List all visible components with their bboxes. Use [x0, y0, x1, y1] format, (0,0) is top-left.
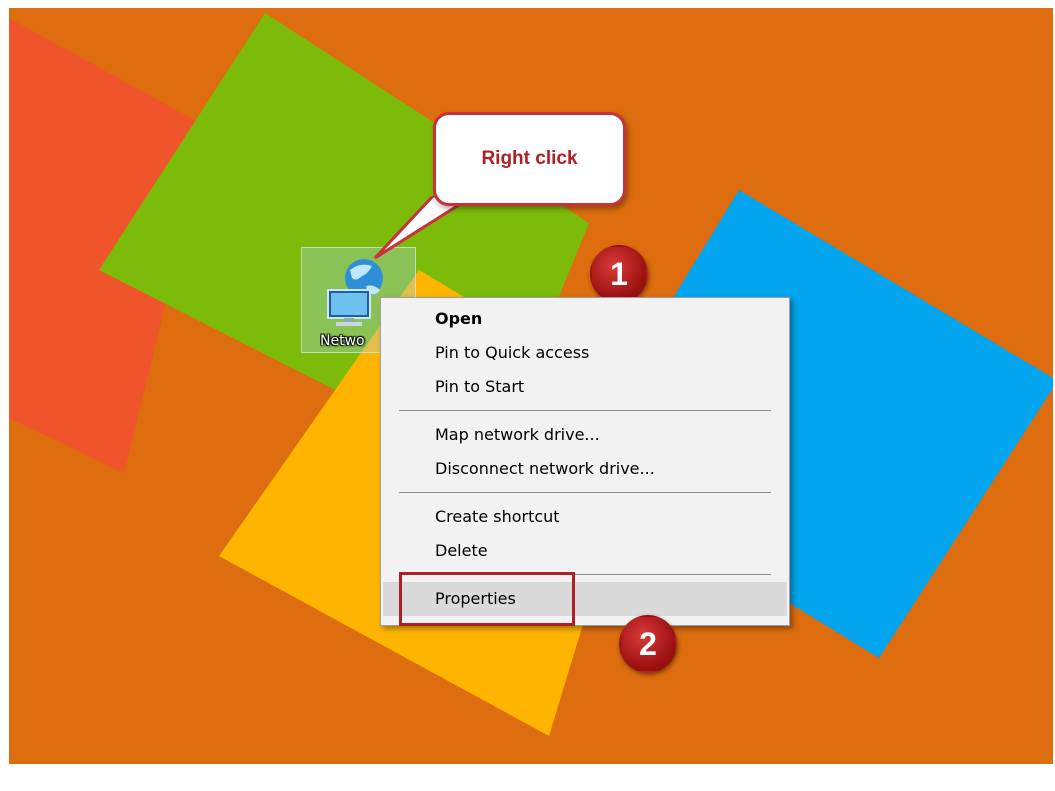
menu-item-delete[interactable]: Delete — [381, 534, 789, 568]
step-badge-1: 1 — [590, 245, 648, 303]
properties-highlight-box — [399, 572, 575, 626]
desktop: Netwo Right click 1 Open Pin to Quick ac… — [9, 8, 1053, 764]
menu-item-pin-quick-access[interactable]: Pin to Quick access — [381, 336, 789, 370]
right-click-callout: Right click — [433, 112, 626, 206]
menu-item-pin-start[interactable]: Pin to Start — [381, 370, 789, 404]
menu-item-open[interactable]: Open — [381, 302, 789, 336]
menu-item-map-network-drive[interactable]: Map network drive... — [381, 418, 789, 452]
menu-separator — [399, 410, 771, 411]
menu-item-disconnect-network-drive[interactable]: Disconnect network drive... — [381, 452, 789, 486]
callout-pointer — [373, 196, 476, 260]
menu-separator — [399, 492, 771, 493]
menu-item-create-shortcut[interactable]: Create shortcut — [381, 500, 789, 534]
network-icon-label: Netwo — [320, 333, 365, 349]
step-badge-2: 2 — [619, 615, 677, 673]
callout-text: Right click — [481, 148, 578, 169]
